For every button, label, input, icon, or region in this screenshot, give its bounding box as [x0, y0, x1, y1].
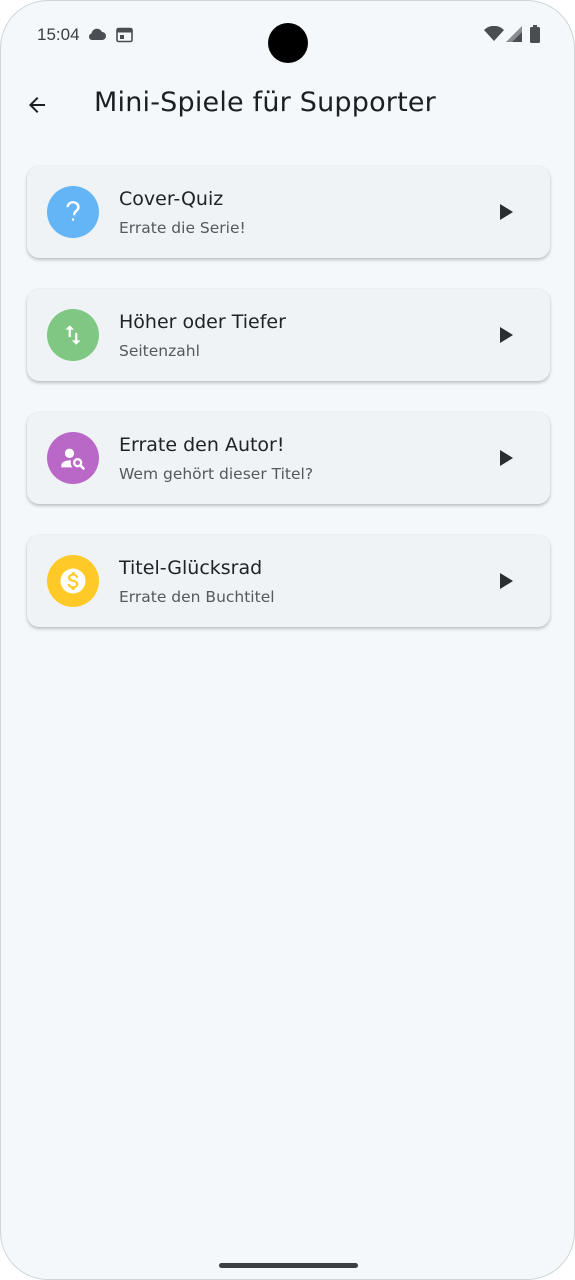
- game-subtitle: Seitenzahl: [119, 342, 200, 360]
- game-title: Cover-Quiz: [119, 188, 224, 210]
- game-card-hoeher-oder-tiefer[interactable]: Höher oder Tiefer Seitenzahl: [27, 289, 550, 381]
- phone-screen: 15:04 Mini-Spiele für Supporter Cover-Qu…: [0, 0, 575, 1280]
- game-title: Höher oder Tiefer: [119, 311, 286, 333]
- page-title: Mini-Spiele für Supporter: [94, 87, 436, 118]
- person-search-icon: [61, 448, 85, 470]
- game-card-errate-den-autor[interactable]: Errate den Autor! Wem gehört dieser Tite…: [27, 412, 550, 504]
- game-avatar: [47, 555, 99, 607]
- dollar-coin-icon: [60, 568, 86, 594]
- status-time: 15:04: [37, 25, 80, 44]
- game-subtitle: Wem gehört dieser Titel?: [119, 465, 314, 483]
- game-subtitle: Errate den Buchtitel: [119, 588, 275, 606]
- game-title: Errate den Autor!: [119, 434, 285, 456]
- battery-icon: [530, 25, 540, 43]
- signal-icon: [506, 26, 522, 42]
- back-button[interactable]: [17, 85, 57, 125]
- app-bar: Mini-Spiele für Supporter: [1, 77, 574, 137]
- cloud-icon: [88, 28, 106, 40]
- game-title: Titel-Glücksrad: [119, 557, 263, 579]
- game-avatar: [47, 186, 99, 238]
- play-icon[interactable]: [499, 573, 513, 589]
- game-card-titel-gluecksrad[interactable]: Titel-Glücksrad Errate den Buchtitel: [27, 535, 550, 627]
- game-list: Cover-Quiz Errate die Serie! Höher oder …: [27, 166, 550, 658]
- play-icon[interactable]: [499, 204, 513, 220]
- wifi-icon: [484, 26, 504, 41]
- status-bar: 15:04: [1, 1, 574, 71]
- arrow-back-icon: [29, 97, 45, 113]
- game-subtitle: Errate die Serie!: [119, 219, 246, 237]
- question-mark-icon: [66, 201, 80, 221]
- game-avatar: [47, 309, 99, 361]
- game-card-cover-quiz[interactable]: Cover-Quiz Errate die Serie!: [27, 166, 550, 258]
- play-icon[interactable]: [499, 450, 513, 466]
- play-icon[interactable]: [499, 327, 513, 343]
- home-indicator[interactable]: [219, 1263, 358, 1268]
- calendar-icon: [116, 27, 133, 43]
- swap-vert-icon: [65, 325, 81, 345]
- game-avatar: [47, 432, 99, 484]
